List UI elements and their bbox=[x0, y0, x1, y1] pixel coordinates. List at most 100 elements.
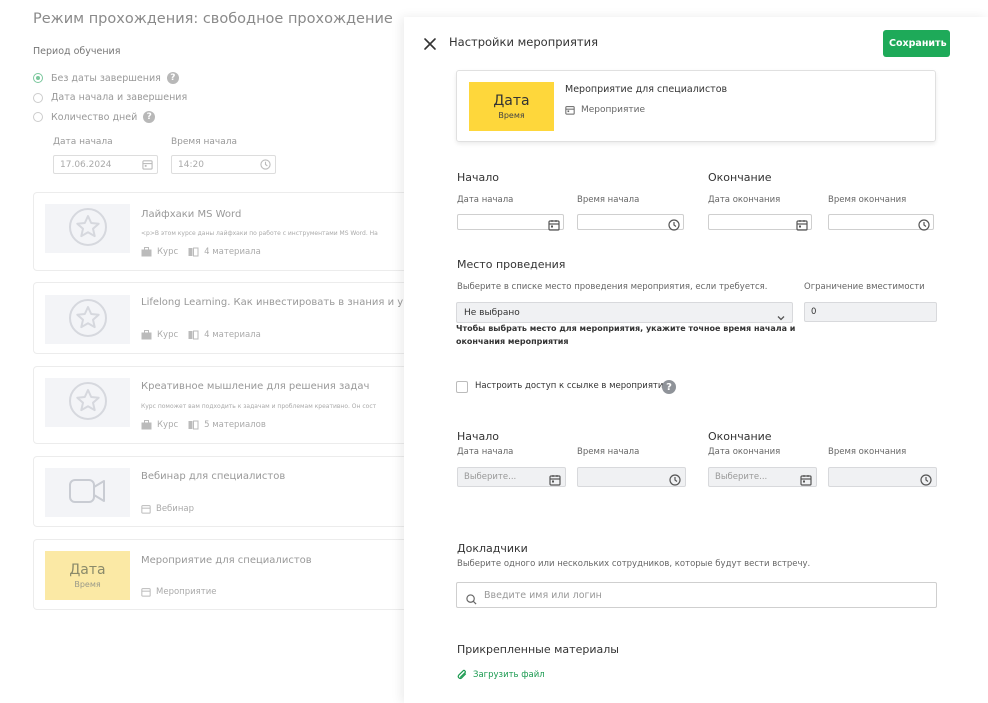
start-time-label-2: Время начала bbox=[577, 447, 640, 457]
event-thumbnail: Дата Время bbox=[45, 551, 130, 600]
materials-icon bbox=[188, 330, 199, 340]
end-time-label-2: Время окончания bbox=[828, 447, 907, 457]
course-card[interactable]: Лайфхаки MS Word <p>В этом курсе даны ла… bbox=[33, 192, 413, 271]
card-title: Креативное мышление для решения задач bbox=[141, 381, 370, 392]
radio-label: Без даты завершения bbox=[51, 72, 161, 84]
start-date-input[interactable]: 17.06.2024 bbox=[53, 155, 158, 174]
card-title: Лайфхаки MS Word bbox=[141, 209, 242, 220]
clock-icon bbox=[260, 159, 271, 173]
start-time-label: Время начала bbox=[171, 137, 237, 147]
calendar-icon bbox=[548, 216, 560, 235]
card-meta: Курс 4 материала bbox=[141, 247, 261, 257]
course-card[interactable]: Креативное мышление для решения задач Ку… bbox=[33, 366, 413, 444]
clock-icon bbox=[918, 216, 930, 235]
upload-file-link[interactable]: Загрузить файл bbox=[457, 669, 545, 681]
event-preview-card: Дата Время Мероприятие для специалистов … bbox=[456, 70, 936, 142]
radio-no-end-date[interactable]: Без даты завершения ? bbox=[33, 72, 179, 84]
clock-icon bbox=[668, 216, 680, 235]
period-label: Период обучения bbox=[33, 46, 121, 57]
event-card[interactable]: Дата Время Мероприятие для специалистов … bbox=[33, 539, 413, 610]
page-title: Режим прохождения: свободное прохождение bbox=[33, 11, 393, 27]
radio-indicator[interactable] bbox=[33, 92, 43, 103]
end-date-placeholder: Выберите... bbox=[715, 472, 768, 482]
calendar-icon bbox=[800, 471, 812, 490]
capacity-input[interactable]: 0 bbox=[804, 302, 937, 322]
card-meta: Мероприятие bbox=[141, 587, 216, 597]
thumb-time-text: Время bbox=[74, 580, 101, 589]
radio-start-end-date[interactable]: Дата начала и завершения bbox=[33, 92, 187, 103]
card-meta: Курс 4 материала bbox=[141, 330, 261, 340]
webinar-thumbnail bbox=[45, 468, 130, 517]
card-title: Вебинар для специалистов bbox=[141, 471, 286, 482]
paperclip-icon bbox=[457, 669, 468, 681]
course-card[interactable]: Lifelong Learning. Как инвестировать в з… bbox=[33, 282, 428, 354]
event-type-label: Мероприятие bbox=[581, 105, 646, 115]
video-camera-icon bbox=[68, 476, 108, 510]
card-type: Вебинар bbox=[156, 504, 194, 514]
access-link-checkbox[interactable] bbox=[456, 381, 468, 393]
calendar-icon bbox=[549, 471, 561, 490]
end-date-input[interactable] bbox=[708, 214, 812, 231]
materials-icon bbox=[188, 247, 199, 257]
card-title: Мероприятие для специалистов bbox=[141, 555, 312, 566]
event-preview-thumbnail: Дата Время bbox=[469, 82, 554, 131]
help-icon[interactable]: ? bbox=[166, 72, 179, 84]
speakers-heading: Докладчики bbox=[457, 542, 528, 555]
webinar-card[interactable]: Вебинар для специалистов Вебинар bbox=[33, 456, 413, 527]
save-button[interactable]: Сохранить bbox=[883, 30, 950, 57]
card-materials: 4 материала bbox=[204, 247, 261, 257]
venue-select[interactable]: Не выбрано bbox=[456, 302, 793, 323]
radio-days-count[interactable]: Количество дней ? bbox=[33, 111, 156, 123]
venue-hint: Выберите в списке место проведения мероп… bbox=[457, 282, 768, 292]
venue-heading: Место проведения bbox=[457, 258, 566, 271]
end-time-input[interactable] bbox=[828, 214, 934, 231]
event-settings-drawer: Настройки мероприятия Сохранить Дата Вре… bbox=[404, 17, 988, 703]
drawer-title: Настройки мероприятия bbox=[449, 35, 598, 49]
start-heading: Начало bbox=[457, 171, 500, 184]
end-date-label-2: Дата окончания bbox=[708, 447, 781, 457]
end-date-input-2[interactable]: Выберите... bbox=[708, 467, 817, 487]
capacity-value: 0 bbox=[811, 307, 817, 317]
card-description: Курс поможет вам подходить к задачам и п… bbox=[141, 403, 377, 410]
start-date-input[interactable] bbox=[457, 214, 564, 231]
radio-indicator[interactable] bbox=[33, 112, 43, 122]
speakers-search-input[interactable]: Введите имя или логин bbox=[456, 582, 937, 608]
thumb-date-text: Дата bbox=[69, 562, 106, 578]
start-date-input-2[interactable]: Выберите... bbox=[457, 467, 566, 487]
help-icon[interactable]: ? bbox=[143, 111, 156, 123]
star-icon bbox=[68, 381, 108, 425]
capacity-label: Ограничение вместимости bbox=[804, 282, 925, 292]
end-time-input-2[interactable] bbox=[828, 467, 937, 487]
card-type: Курс bbox=[157, 330, 179, 340]
search-icon bbox=[466, 590, 477, 609]
start-date-label-2: Дата начала bbox=[457, 447, 514, 457]
clock-icon bbox=[669, 471, 681, 490]
card-type: Мероприятие bbox=[156, 587, 217, 597]
start-heading-2: Начало bbox=[457, 430, 500, 443]
card-meta: Вебинар bbox=[141, 504, 194, 514]
access-link-label[interactable]: Настроить доступ к ссылке в мероприятии bbox=[475, 381, 669, 391]
end-heading-2: Окончание bbox=[708, 430, 772, 443]
start-time-label: Время начала bbox=[577, 195, 640, 205]
start-time-input-2[interactable] bbox=[577, 467, 686, 487]
start-time-input[interactable]: 14:20 bbox=[171, 155, 276, 174]
calendar-icon bbox=[796, 216, 808, 235]
card-title: Lifelong Learning. Как инвестировать в з… bbox=[141, 297, 429, 308]
close-icon[interactable] bbox=[423, 36, 437, 50]
event-preview-type: Мероприятие bbox=[565, 105, 645, 115]
card-description: <p>В этом курсе даны лайфхаки по работе … bbox=[141, 230, 378, 237]
clock-icon bbox=[920, 471, 932, 490]
briefcase-icon bbox=[141, 330, 152, 340]
start-date-label: Дата начала bbox=[457, 195, 514, 205]
calendar-icon bbox=[565, 105, 575, 115]
card-materials: 5 материалов bbox=[204, 420, 266, 430]
start-time-input[interactable] bbox=[577, 214, 684, 231]
materials-icon bbox=[188, 420, 199, 430]
upload-file-label[interactable]: Загрузить файл bbox=[473, 670, 545, 680]
course-thumbnail bbox=[45, 295, 130, 344]
end-heading: Окончание bbox=[708, 171, 772, 184]
venue-select-value: Не выбрано bbox=[464, 308, 520, 318]
radio-label: Дата начала и завершения bbox=[51, 92, 188, 103]
help-icon[interactable]: ? bbox=[662, 380, 676, 394]
radio-indicator[interactable] bbox=[33, 73, 43, 83]
